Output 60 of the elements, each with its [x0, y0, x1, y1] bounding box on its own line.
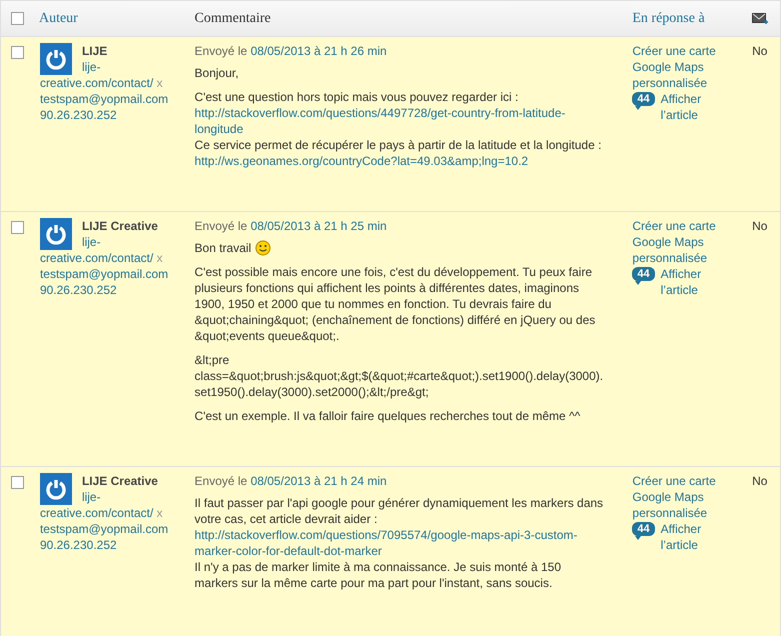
- power-icon: [44, 223, 67, 245]
- sent-date[interactable]: 08/05/2013 à 21 h 26 min: [250, 44, 387, 58]
- column-header[interactable]: En réponse à: [632, 11, 705, 26]
- author-url[interactable]: creative.com/contact/: [40, 76, 154, 90]
- comment-text: C'est un exemple. Il va falloir faire quelques recherches tout de même ^^: [194, 408, 580, 424]
- remove-link[interactable]: x: [156, 76, 163, 90]
- author-name: LIJE: [80, 43, 108, 59]
- column-header[interactable]: Auteur: [38, 11, 78, 26]
- post-link[interactable]: Créer une carte Google Maps personnalisée: [632, 43, 744, 91]
- author-url[interactable]: lije-: [82, 490, 101, 504]
- author-email[interactable]: testspam@yopmail.com: [40, 91, 187, 107]
- comment-text: Bonjour,: [194, 65, 239, 81]
- remove-link[interactable]: x: [156, 251, 163, 265]
- comment-text: Il faut passer par l'api google pour générer dynamiquement les markers dans votre cas, cet article devrait aider :: [194, 495, 604, 527]
- checkbox[interactable]: [11, 476, 24, 489]
- view-post-link[interactable]: Afficher l’article: [660, 266, 721, 298]
- sent-label: Envoyé le: [194, 219, 248, 233]
- author-url[interactable]: lije-: [82, 60, 101, 74]
- checkbox[interactable]: [11, 221, 24, 234]
- author-name: LIJE Creative: [80, 218, 159, 234]
- post-link[interactable]: Créer une carte Google Maps personnalisée: [632, 473, 744, 521]
- column-value: No: [752, 474, 768, 488]
- comment-text: Bon travail: [194, 240, 252, 256]
- comment-link[interactable]: http://stackoverflow.com/questions/7095574/google-maps-api-3-custom-: [194, 528, 578, 542]
- comment-text: C'est une question hors topic mais vous pouvez regarder ici :: [194, 89, 518, 105]
- column-value: No: [752, 44, 768, 58]
- author-url[interactable]: creative.com/contact/: [40, 251, 154, 265]
- comment-link[interactable]: http://stackoverflow.com/questions/4497728/get-country-from-latitude-: [194, 106, 566, 120]
- author-name: LIJE Creative: [80, 473, 159, 489]
- sent-date[interactable]: 08/05/2013 à 21 h 25 min: [250, 219, 387, 233]
- envelope-icon: [752, 12, 768, 24]
- comment-text: &lt;pre: [194, 352, 230, 368]
- power-icon: [44, 48, 67, 70]
- power-icon: [44, 478, 67, 500]
- comment-text: C'est possible mais encore une fois, c'est du développement. Tu peux faire plusieurs fonctions qui affichent les points à différentes dates, imaginons 1900, 1950 et 2000 que tu nommes en fonction. Tu devrais faire du &quot;chaining&quot; (enchaînement de fonctions) différé en jQuery ou des &quot;events queue&quot;.: [194, 264, 596, 344]
- column-value: No: [752, 219, 768, 233]
- comment-text: set1950().delay(3000).set2000();&lt;/pre&gt;: [194, 384, 429, 400]
- sent-label: Envoyé le: [194, 474, 248, 488]
- author-email[interactable]: testspam@yopmail.com: [40, 266, 187, 282]
- sent-label: Envoyé le: [194, 44, 248, 58]
- post-link[interactable]: Créer une carte Google Maps personnalisée: [632, 218, 744, 266]
- view-post-link[interactable]: Afficher l’article: [660, 91, 721, 123]
- author-email[interactable]: testspam@yopmail.com: [40, 521, 187, 537]
- checkbox[interactable]: [11, 46, 24, 59]
- author-ip[interactable]: 90.26.230.252: [40, 282, 187, 298]
- author-url[interactable]: creative.com/contact/: [40, 506, 154, 520]
- author-ip[interactable]: 90.26.230.252: [40, 537, 187, 553]
- comment-link[interactable]: marker-color-for-default-dot-marker: [194, 544, 382, 558]
- author-ip[interactable]: 90.26.230.252: [40, 107, 187, 123]
- comment-link[interactable]: longitude: [194, 122, 244, 136]
- comment-text: Il n'y a pas de marker limite à ma connaissance. Je suis monté à 150 markers sur la même carte pour ma part pour l'instant, sans soucis.: [194, 559, 562, 591]
- comment-text: Ce service permet de récupérer le pays à partir de la latitude et la longitude :: [194, 137, 602, 153]
- sent-date[interactable]: 08/05/2013 à 21 h 24 min: [250, 474, 387, 488]
- comment-text: class=&quot;brush:js&quot;&gt;$(&quot;#carte&quot;).set1900().delay(3000).: [194, 368, 604, 384]
- comment-link[interactable]: http://ws.geonames.org/countryCode?lat=49.03&amp;lng=10.2: [194, 154, 528, 168]
- checkbox[interactable]: [11, 12, 24, 25]
- column-header: Commentaire: [194, 11, 271, 26]
- author-url[interactable]: lije-: [82, 235, 101, 249]
- view-post-link[interactable]: Afficher l’article: [660, 521, 721, 553]
- remove-link[interactable]: x: [156, 506, 163, 520]
